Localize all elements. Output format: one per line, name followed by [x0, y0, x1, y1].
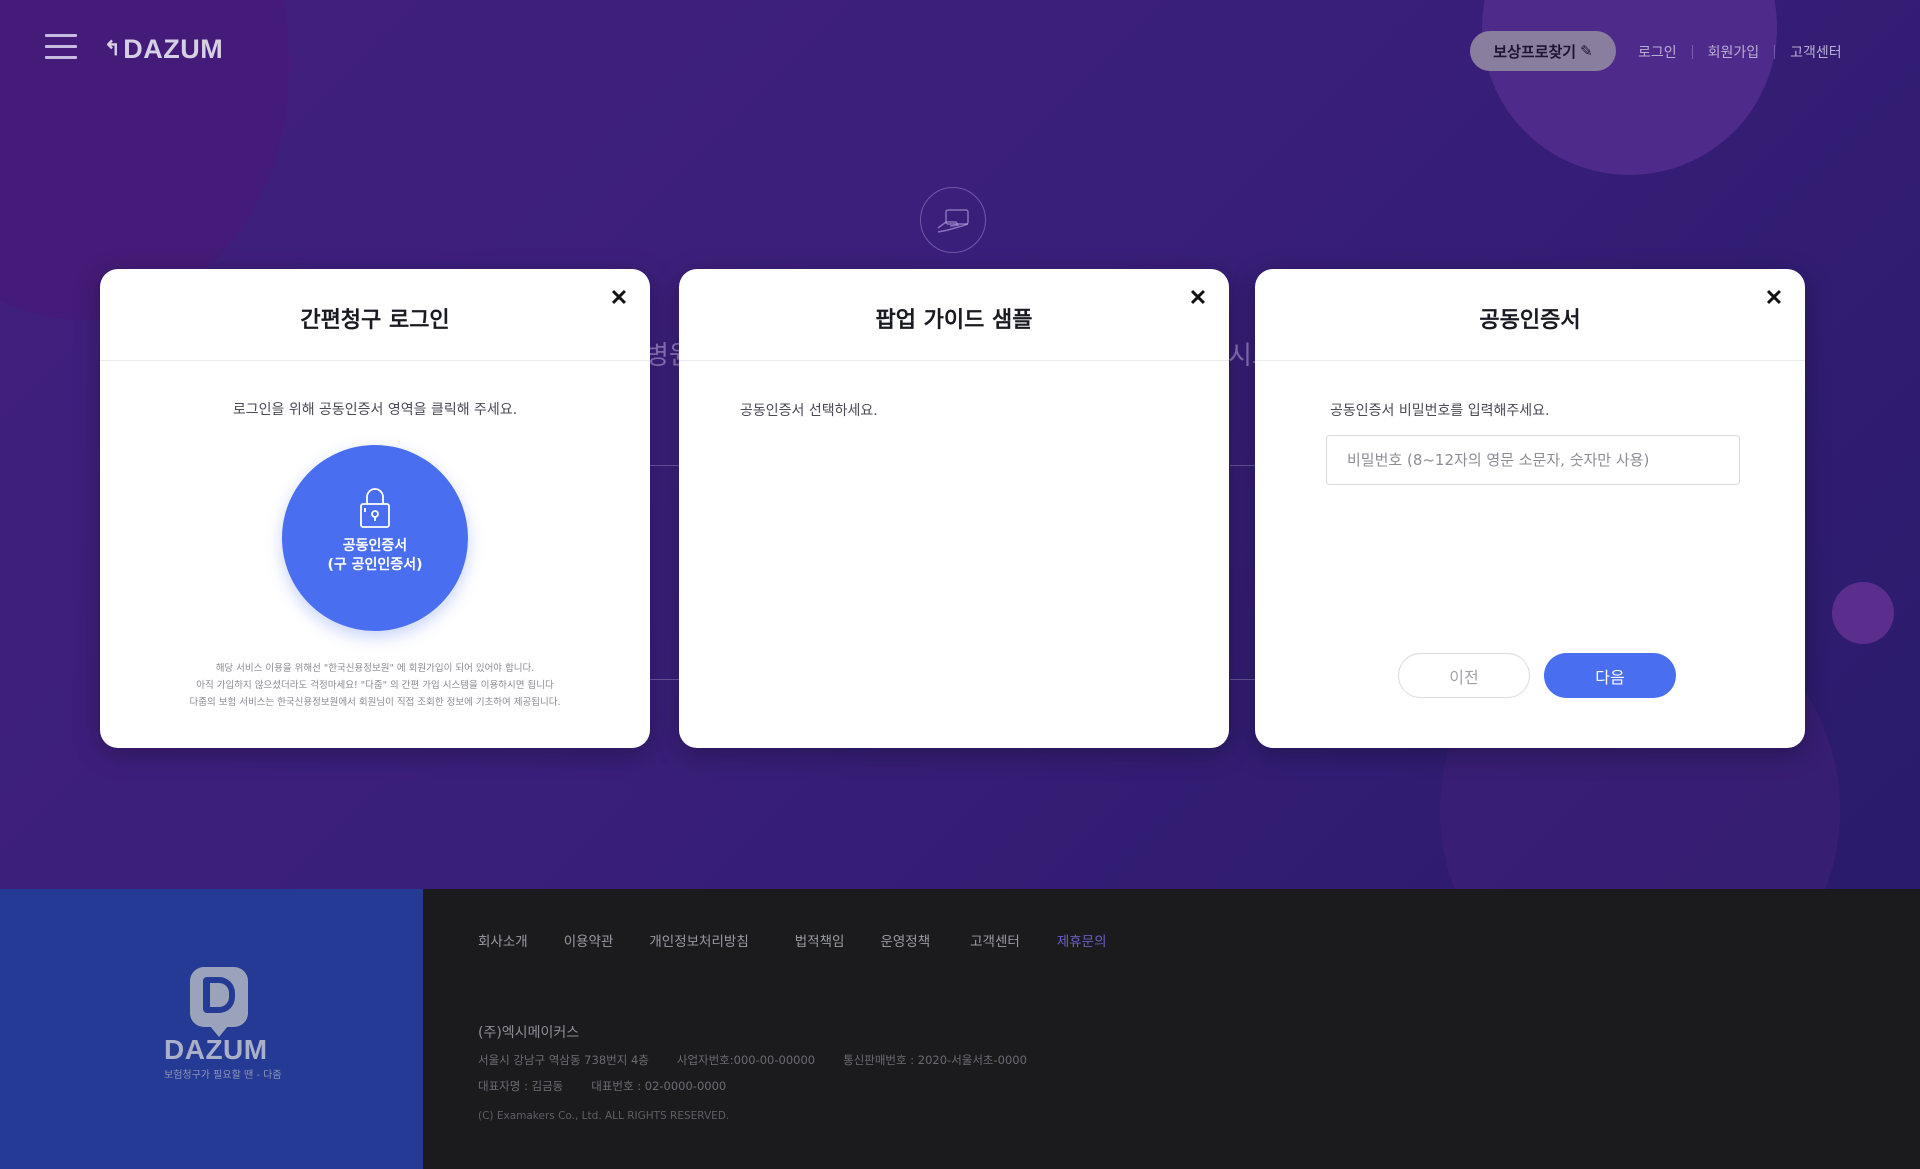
footer-link-customer-center[interactable]: 고객센터 — [970, 930, 1020, 950]
header-nav: 로그인 회원가입 고객센터 — [1638, 42, 1842, 62]
find-reward-pro-label: 보상프로찾기 — [1493, 42, 1577, 61]
nav-customer-center[interactable]: 고객센터 — [1790, 42, 1842, 62]
footer-links: 회사소개 이용약관 개인정보처리방침 법적책임 운영정책 고객센터 제휴문의 — [478, 930, 1143, 950]
footer-business-no: 사업자번호:000-00-00000 — [676, 1053, 816, 1067]
footer-link-terms[interactable]: 이용약관 — [564, 930, 614, 950]
footer-contact-info: 대표자명 : 김금동 대표번호 : 02-0000-0000 — [478, 1078, 754, 1094]
note-line: 해당 서비스 이용을 위해선 "한국신용정보원" 에 회원가입이 되어 있어야 … — [215, 663, 535, 674]
logo[interactable]: ↰DAZUM — [104, 34, 223, 65]
footer-company-name: (주)엑시메이커스 — [478, 1025, 580, 1041]
password-instruction: 공동인증서 비밀번호를 입력해주세요. — [1330, 403, 1550, 419]
note-line: 다줌의 보험 서비스는 한국신용정보원에서 회원님이 직접 조회한 정보에 기초… — [189, 697, 561, 708]
footer-logo-icon — [190, 967, 248, 1037]
modal-title: 팝업 가이드 샘플 — [875, 307, 1033, 333]
footer-business-info: 서울시 강남구 역삼동 738번지 4층 사업자번호:000-00-00000 … — [478, 1052, 1055, 1068]
pencil-icon: ✎ — [1580, 42, 1593, 60]
close-icon[interactable]: ✕ — [606, 285, 632, 311]
certificate-password-modal: 공동인증서 ✕ 공동인증서 비밀번호를 입력해주세요. 이전 다음 — [1255, 269, 1805, 748]
login-modal: 간편청구 로그인 ✕ 로그인을 위해 공동인증서 영역을 클릭해 주세요. 공동… — [100, 269, 650, 748]
footer-link-legal[interactable]: 법적책임 — [795, 930, 845, 950]
footer-copyright: (C) Examakers Co., Ltd. ALL RIGHTS RESER… — [478, 1110, 730, 1122]
nav-separator — [1691, 45, 1693, 59]
logo-arrow-icon: ↰ — [104, 38, 122, 60]
nav-separator — [1774, 45, 1776, 59]
guide-modal: 팝업 가이드 샘플 ✕ 공동인증서 선택하세요. — [679, 269, 1229, 748]
divider — [1230, 679, 1255, 680]
footer-link-company[interactable]: 회사소개 — [478, 930, 528, 950]
footer-tagline: 보험청구가 필요할 땐 - 다줌 — [164, 1070, 282, 1081]
certificate-label: 공동인증서 (구 공인인증서) — [327, 538, 423, 573]
modal-title: 공동인증서 — [1479, 307, 1581, 333]
nav-signup[interactable]: 회원가입 — [1708, 42, 1760, 62]
menu-icon[interactable] — [45, 34, 77, 62]
password-input[interactable] — [1326, 435, 1740, 485]
modal-title: 간편청구 로그인 — [300, 307, 450, 333]
certificate-login-button[interactable]: 공동인증서 (구 공인인증서) — [282, 445, 468, 631]
close-icon[interactable]: ✕ — [1185, 285, 1211, 311]
guide-instruction: 공동인증서 선택하세요. — [740, 403, 878, 419]
footer-logo: DAZUM — [164, 1034, 268, 1065]
close-icon[interactable]: ✕ — [1761, 285, 1787, 311]
login-instruction: 로그인을 위해 공동인증서 영역을 클릭해 주세요. — [232, 402, 518, 418]
find-reward-pro-button[interactable]: 보상프로찾기 ✎ — [1470, 31, 1616, 71]
decorative-circle — [1482, 0, 1777, 175]
modal-header: 간편청구 로그인 ✕ — [100, 269, 650, 361]
lock-icon — [360, 488, 390, 528]
modal-header: 팝업 가이드 샘플 ✕ — [679, 269, 1229, 361]
footer-ceo: 대표자명 : 김금동 — [478, 1079, 564, 1093]
modal-header: 공동인증서 ✕ — [1255, 269, 1805, 361]
divider — [1230, 465, 1255, 466]
footer-address: 서울시 강남구 역삼동 738번지 4층 — [478, 1053, 649, 1067]
note-line: 아직 가입하지 않으셨더라도 걱정마세요! "다줌" 의 간편 가입 시스템을 … — [196, 680, 554, 691]
footer-mail-order-no: 통신판매번호 : 2020-서울서초-0000 — [843, 1053, 1027, 1067]
footer-link-privacy[interactable]: 개인정보처리방침 — [649, 930, 748, 950]
hand-money-icon — [920, 187, 986, 253]
prev-button[interactable]: 이전 — [1398, 653, 1530, 698]
nav-login[interactable]: 로그인 — [1638, 42, 1677, 62]
footer-link-partnership[interactable]: 제휴문의 — [1057, 930, 1107, 950]
footer-phone: 대표번호 : 02-0000-0000 — [591, 1079, 727, 1093]
next-button[interactable]: 다음 — [1544, 653, 1676, 698]
login-notes: 해당 서비스 이용을 위해선 "한국신용정보원" 에 회원가입이 되어 있어야 … — [100, 660, 650, 711]
footer-link-policy[interactable]: 운영정책 — [880, 930, 930, 950]
decorative-circle — [1832, 582, 1894, 644]
